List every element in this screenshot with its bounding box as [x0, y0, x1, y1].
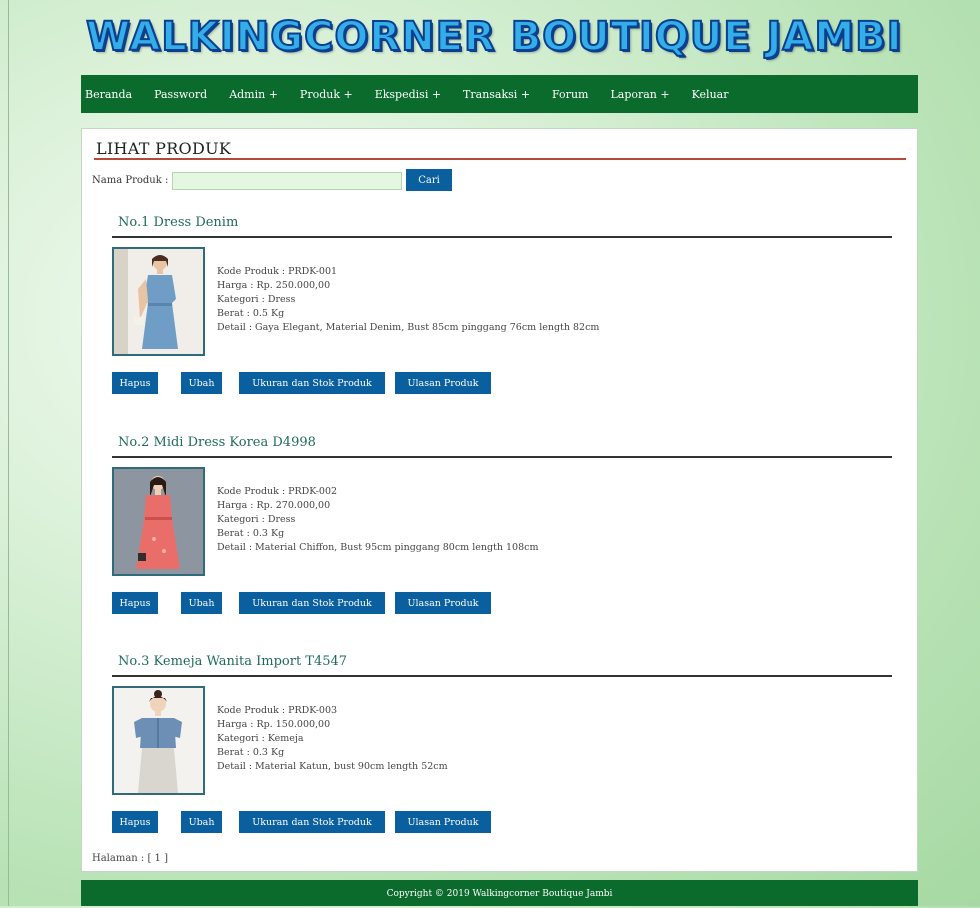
product-review-button[interactable]: Ulasan Produk: [395, 592, 491, 614]
delete-button[interactable]: Hapus: [112, 592, 158, 614]
product-review-button[interactable]: Ulasan Produk: [395, 372, 491, 394]
delete-button[interactable]: Hapus: [112, 372, 158, 394]
dress-denim-photo: [112, 247, 205, 356]
product-price: Harga : Rp. 270.000,00: [217, 500, 331, 511]
product-divider: [112, 236, 892, 238]
product-details: Kode Produk : PRDK-001 Harga : Rp. 250.0…: [217, 265, 599, 335]
footer: Copyright © 2019 Walkingcorner Boutique …: [81, 880, 918, 906]
product-category: Kategori : Dress: [217, 514, 296, 525]
product-detail: Detail : Material Katun, bust 90cm lengt…: [217, 761, 448, 772]
pagination: Halaman : [ 1 ]: [92, 853, 168, 864]
midi-dress-photo: [112, 467, 205, 576]
size-stock-button[interactable]: Ukuran dan Stok Produk: [239, 811, 385, 833]
product-title: No.3 Kemeja Wanita Import T4547: [118, 654, 348, 669]
product-code: Kode Produk : PRDK-003: [217, 705, 338, 716]
size-stock-button[interactable]: Ukuran dan Stok Produk: [239, 372, 385, 394]
edit-button[interactable]: Ubah: [181, 372, 222, 394]
product-details: Kode Produk : PRDK-002 Harga : Rp. 270.0…: [217, 485, 538, 555]
main-navbar: Beranda Password Admin + Produk + Eksped…: [81, 75, 918, 113]
nav-admin[interactable]: Admin +: [229, 88, 278, 101]
page-title: LIHAT PRODUK: [96, 139, 232, 158]
product-weight: Berat : 0.5 Kg: [217, 308, 285, 319]
delete-button[interactable]: Hapus: [112, 811, 158, 833]
title-divider: [94, 158, 906, 160]
product-code: Kode Produk : PRDK-002: [217, 486, 338, 497]
product-price: Harga : Rp. 150.000,00: [217, 719, 331, 730]
nav-laporan[interactable]: Laporan +: [610, 88, 669, 101]
product-review-button[interactable]: Ulasan Produk: [395, 811, 491, 833]
nav-produk[interactable]: Produk +: [300, 88, 353, 101]
search-label: Nama Produk :: [92, 175, 169, 186]
nav-forum[interactable]: Forum: [552, 88, 588, 101]
site-logo: WALKINGCORNER BOUTIQUE JAMBI: [85, 13, 903, 61]
main-content: LIHAT PRODUK Nama Produk : Cari No.1 Dre…: [81, 128, 918, 872]
kemeja-photo: [112, 686, 205, 795]
product-divider: [112, 456, 892, 458]
nav-transaksi[interactable]: Transaksi +: [463, 88, 530, 101]
nav-beranda[interactable]: Beranda: [85, 88, 132, 101]
product-price: Harga : Rp. 250.000,00: [217, 280, 331, 291]
product-weight: Berat : 0.3 Kg: [217, 528, 285, 539]
product-details: Kode Produk : PRDK-003 Harga : Rp. 150.0…: [217, 704, 448, 774]
product-name-search-input[interactable]: [172, 172, 402, 190]
nav-ekspedisi[interactable]: Ekspedisi +: [375, 88, 441, 101]
product-divider: [112, 675, 892, 677]
nav-password[interactable]: Password: [154, 88, 207, 101]
product-code: Kode Produk : PRDK-001: [217, 266, 338, 277]
product-detail: Detail : Material Chiffon, Bust 95cm pin…: [217, 542, 539, 553]
edit-button[interactable]: Ubah: [181, 592, 222, 614]
product-category: Kategori : Dress: [217, 294, 296, 305]
product-weight: Berat : 0.3 Kg: [217, 747, 285, 758]
edit-button[interactable]: Ubah: [181, 811, 222, 833]
product-title: No.1 Dress Denim: [118, 215, 239, 230]
size-stock-button[interactable]: Ukuran dan Stok Produk: [239, 592, 385, 614]
product-category: Kategori : Kemeja: [217, 733, 304, 744]
product-detail: Detail : Gaya Elegant, Material Denim, B…: [217, 322, 600, 333]
nav-keluar[interactable]: Keluar: [692, 88, 729, 101]
search-button[interactable]: Cari: [406, 169, 452, 191]
product-title: No.2 Midi Dress Korea D4998: [118, 435, 316, 450]
